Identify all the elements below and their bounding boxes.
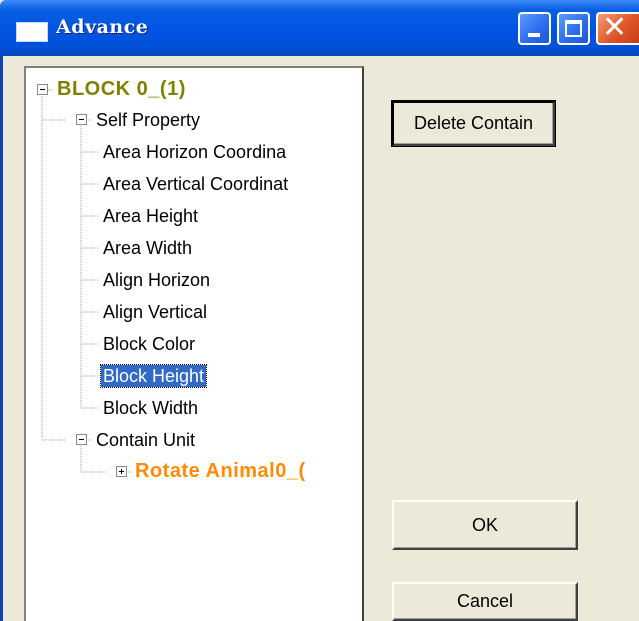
window-title: Advance	[56, 16, 149, 38]
maximize-button[interactable]	[557, 12, 590, 45]
close-icon: ✕	[602, 10, 628, 45]
ok-button[interactable]: OK	[392, 500, 578, 550]
self-property-collapse-toggle[interactable]	[76, 114, 87, 125]
tree-root-block[interactable]: BLOCK 0_(1)	[55, 78, 188, 100]
window-icon	[16, 22, 48, 42]
minimize-icon	[528, 33, 540, 37]
tree-item-area-height[interactable]: Area Height	[101, 205, 200, 227]
cancel-button[interactable]: Cancel	[392, 582, 578, 621]
tree-item-align-vertical[interactable]: Align Vertical	[101, 301, 209, 323]
property-tree[interactable]: BLOCK 0_(1) Self Property Area Horizon C…	[24, 66, 364, 621]
contain-unit-collapse-toggle[interactable]	[76, 434, 87, 445]
minus-icon	[79, 119, 84, 120]
plus-icon-v	[121, 469, 122, 474]
tree-node-rotate-animal[interactable]: Rotate Animal0_(	[133, 460, 308, 482]
tree-item-area-vertical-coordinate[interactable]: Area Vertical Coordinat	[101, 173, 290, 195]
minus-icon	[79, 439, 84, 440]
rotate-animal-expand-toggle[interactable]	[116, 466, 127, 477]
tree-item-area-width[interactable]: Area Width	[101, 237, 194, 259]
tree-item-block-color[interactable]: Block Color	[101, 333, 197, 355]
root-collapse-toggle[interactable]	[37, 84, 48, 95]
tree-item-block-height-selected[interactable]: Block Height	[99, 364, 208, 388]
window-frame-left	[0, 56, 3, 621]
tree-item-block-width[interactable]: Block Width	[101, 397, 200, 419]
title-bar[interactable]: Advance ✕	[0, 0, 639, 56]
tree-node-self-property[interactable]: Self Property	[94, 109, 202, 131]
minimize-button[interactable]	[518, 12, 551, 45]
tree-item-area-horizon-coordinate[interactable]: Area Horizon Coordina	[101, 141, 288, 163]
tree-node-contain-unit[interactable]: Contain Unit	[94, 429, 197, 451]
maximize-icon	[565, 20, 582, 37]
close-button[interactable]: ✕	[596, 10, 639, 45]
minus-icon	[40, 89, 45, 90]
tree-item-align-horizon[interactable]: Align Horizon	[101, 269, 212, 291]
advance-dialog: Advance ✕ BLOCK 0_(1) Self Property Area…	[0, 0, 639, 621]
delete-contain-button[interactable]: Delete Contain	[391, 100, 556, 147]
